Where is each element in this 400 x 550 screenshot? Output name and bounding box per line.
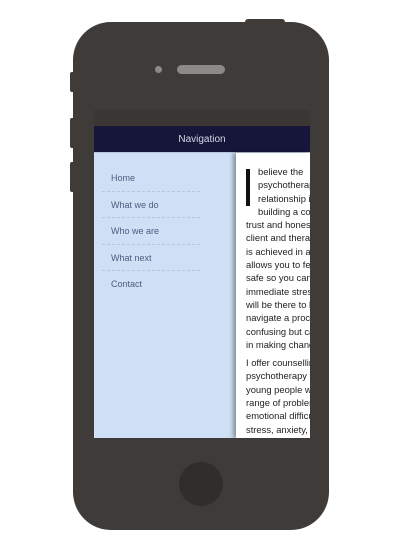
- front-camera-icon: [155, 66, 162, 73]
- menu-list: Home What we do Who we are What next Con…: [102, 165, 200, 298]
- menu-item-what-next[interactable]: What next: [102, 245, 200, 271]
- phone-screen: Navigation Home What we do Who we are Wh…: [94, 110, 310, 438]
- status-bar: [94, 110, 310, 126]
- side-menu: Home What we do Who we are What next Con…: [94, 153, 236, 438]
- drop-cap: [246, 169, 254, 207]
- menu-item-who-we-are[interactable]: Who we are: [102, 218, 200, 245]
- services-paragraph: I offer counselling and psychotherapy fo…: [246, 357, 310, 438]
- navbar-title: Navigation: [178, 133, 226, 145]
- earpiece-speaker: [177, 65, 225, 74]
- drop-cap-letter: [246, 169, 250, 206]
- menu-item-home[interactable]: Home: [102, 165, 200, 192]
- menu-item-what-we-do[interactable]: What we do: [102, 192, 200, 218]
- content-panel: believe the psychotherapeutic relationsh…: [236, 153, 310, 438]
- intro-paragraph: believe the psychotherapeutic relationsh…: [246, 166, 310, 350]
- navigation-bar: Navigation: [94, 126, 310, 152]
- content-text: believe the psychotherapeutic relationsh…: [246, 165, 310, 438]
- menu-item-contact[interactable]: Contact: [102, 271, 200, 298]
- home-button[interactable]: [179, 462, 223, 506]
